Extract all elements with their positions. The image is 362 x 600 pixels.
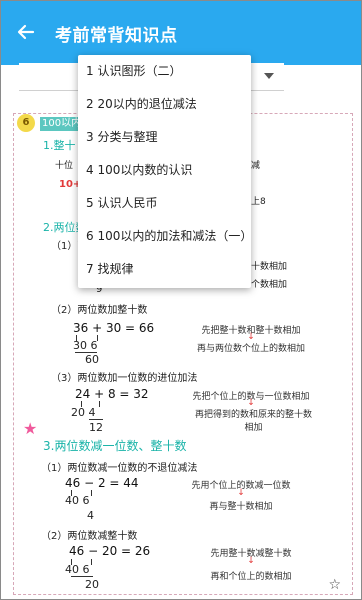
para-2-2: （2）两位数加整十数 [51, 305, 148, 316]
equation-3-result: 4 [87, 509, 94, 522]
equation-4-split: 40 6 [65, 563, 90, 576]
menu-item-7[interactable]: 7 找规律 [78, 253, 251, 286]
page-title: 考前常背知识点 [55, 26, 178, 46]
menu-item-5[interactable]: 5 认识人民币 [78, 187, 251, 220]
side-mid-2: 个数相加 [251, 280, 288, 290]
side-fragment-1: 减 [251, 161, 261, 171]
split-line [91, 559, 92, 565]
down-arrow-icon: ↓ [237, 488, 245, 498]
side-fragment-2: 上8 [251, 197, 266, 207]
place-label: 十位 [55, 161, 74, 171]
menu-item-3[interactable]: 3 分类与整理 [78, 121, 251, 154]
equation-2: 24 + 8 = 32 [75, 387, 149, 401]
heading-1: 1.整十 [43, 139, 76, 152]
tip-2b: 再把得到的数和原来的整十数相加 [194, 410, 312, 433]
chevron-down-icon [264, 73, 274, 79]
join-line [71, 576, 93, 577]
join-line [89, 419, 103, 420]
equation-1-result: 60 [85, 353, 99, 366]
menu-item-6[interactable]: 6 100以内的加法和减法（一） [78, 220, 251, 253]
back-arrow-icon[interactable] [15, 21, 37, 43]
tip-3b: 再与整十数相加 [209, 502, 273, 512]
equation-4: 46 − 20 = 26 [69, 544, 151, 558]
split-line [99, 401, 100, 407]
menu-item-4[interactable]: 4 100以内数的认识 [78, 154, 251, 187]
screen: 考前常背知识点 6 100以内 1.整十 十位 10+2 减 上8 2.两位数 … [0, 0, 362, 600]
equation-3: 46 − 2 = 44 [65, 476, 139, 490]
star-icon: ★ [23, 419, 38, 438]
para-3-2: （2）两位数减整十数 [41, 531, 138, 542]
menu-item-1[interactable]: 1 认识图形（二） [78, 55, 251, 88]
split-line [76, 335, 77, 341]
side-mid-1: 十数相加 [251, 262, 288, 272]
split-line [97, 335, 98, 341]
star-outline-icon: ☆ [328, 577, 341, 593]
para-2-3: （3）两位数加一位数的进位加法 [51, 373, 198, 384]
equation-2-split: 20 4 [71, 406, 96, 419]
chapter-dropdown-menu: 1 认识图形（二） 2 20以内的退位减法 3 分类与整理 4 100以内数的认… [78, 55, 251, 288]
equation-2-result: 12 [89, 421, 103, 434]
tip-1b: 再与两位数个位上的数相加 [196, 344, 305, 354]
equation-4-result: 20 [85, 578, 99, 591]
tip-4b: 再和个位上的数相加 [210, 572, 292, 582]
equation-3-split: 40 6 [65, 494, 90, 507]
equation-1: 36 + 30 = 66 [73, 321, 155, 335]
down-arrow-icon: ↓ [247, 556, 255, 566]
split-line [91, 490, 92, 496]
para-3-1: （1）两位数减一位数的不退位减法 [41, 463, 198, 474]
menu-item-2[interactable]: 2 20以内的退位减法 [78, 88, 251, 121]
heading-3: 3.两位数减一位数、整十数 [43, 439, 187, 453]
badge-star-icon: 6 [17, 114, 35, 132]
